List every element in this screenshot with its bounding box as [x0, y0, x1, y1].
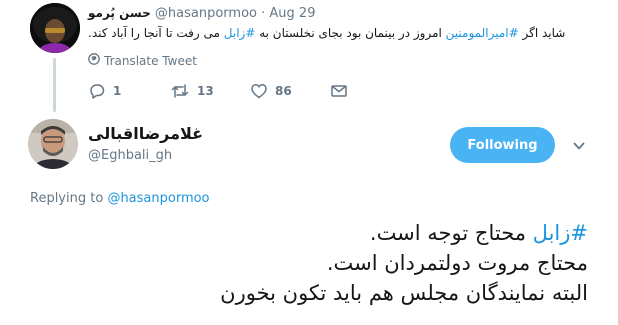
author-display-name[interactable]: غلامرضااقبالی — [88, 124, 203, 143]
reply-action[interactable]: 1 — [88, 82, 170, 100]
tweet-line-1-rest: محتاج توجه است. — [369, 221, 533, 245]
retweet-count: 13 — [197, 84, 214, 98]
replying-handle-link[interactable]: @hasanpormoo — [107, 191, 209, 206]
reply-count: 1 — [113, 84, 122, 98]
parent-text-part: می رفت تا آنجا را آباد کند. — [88, 26, 224, 40]
header-separator: · — [261, 6, 266, 21]
parent-handle[interactable]: @hasanpormoo — [155, 6, 257, 21]
chevron-down-icon[interactable] — [572, 138, 586, 152]
direct-message-action[interactable] — [330, 82, 348, 100]
author-avatar[interactable] — [28, 119, 78, 169]
retweet-action[interactable]: 13 — [170, 82, 250, 100]
globe-icon — [88, 53, 100, 68]
reply-icon — [88, 82, 106, 100]
like-action[interactable]: 86 — [250, 82, 330, 100]
heart-icon — [250, 82, 268, 100]
replying-prefix: Replying to — [30, 191, 104, 206]
parent-tweet-header: حسن پُرمو @hasanpormoo · Aug 29 — [88, 6, 315, 21]
following-button[interactable]: Following — [450, 127, 555, 163]
tweet-line-1: #زابل محتاج توجه است. — [28, 218, 588, 248]
hashtag-link[interactable]: #زابل — [533, 221, 588, 245]
replying-to-line: Replying to @hasanpormoo — [30, 191, 210, 206]
tweet-text: #زابل محتاج توجه است. محتاج مروت دولتمرد… — [28, 218, 588, 308]
translate-label: Translate Tweet — [104, 53, 197, 68]
like-count: 86 — [275, 84, 292, 98]
translate-tweet-link[interactable]: Translate Tweet — [88, 53, 197, 68]
parent-text-part: امروز در بینمان بود بجای نخلستان به — [255, 26, 446, 40]
parent-avatar[interactable] — [30, 3, 80, 53]
parent-tweet-text: شاید اگر #امیرالمومنین امروز در بینمان ب… — [88, 25, 610, 42]
parent-text-part: شاید اگر — [518, 26, 566, 40]
retweet-icon — [170, 82, 190, 100]
tweet-line-3: البته نمایندگان مجلس هم باید تکون بخورن — [220, 281, 588, 305]
thread-connector — [53, 58, 56, 112]
author-handle[interactable]: @Eghbali_gh — [88, 148, 172, 163]
hashtag-link[interactable]: #زابل — [224, 26, 256, 40]
tweet-line-2: محتاج مروت دولتمردان است. — [326, 251, 588, 275]
parent-display-name[interactable]: حسن پُرمو — [88, 6, 151, 20]
hashtag-link[interactable]: #امیرالمومنین — [446, 26, 519, 40]
parent-date[interactable]: Aug 29 — [269, 6, 315, 21]
envelope-icon — [330, 82, 348, 100]
parent-action-bar: 1 13 86 — [88, 82, 348, 100]
